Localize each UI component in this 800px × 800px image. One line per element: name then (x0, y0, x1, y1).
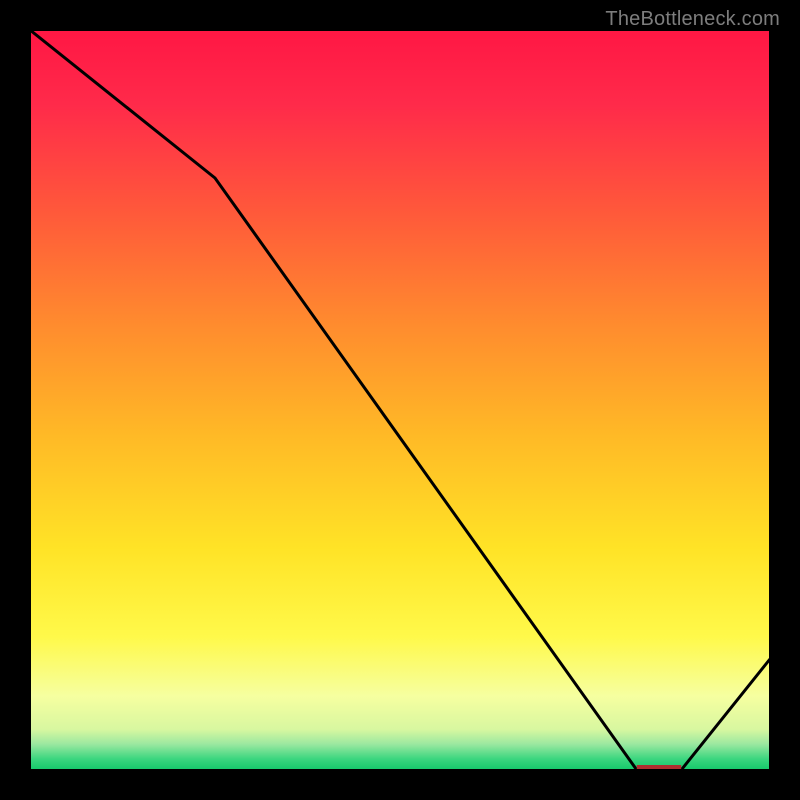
chart-frame: TheBottleneck.com (0, 0, 800, 800)
gradient-background (30, 30, 770, 770)
chart-svg (30, 30, 770, 770)
chart-plot (30, 30, 770, 770)
attribution-label: TheBottleneck.com (605, 8, 780, 31)
